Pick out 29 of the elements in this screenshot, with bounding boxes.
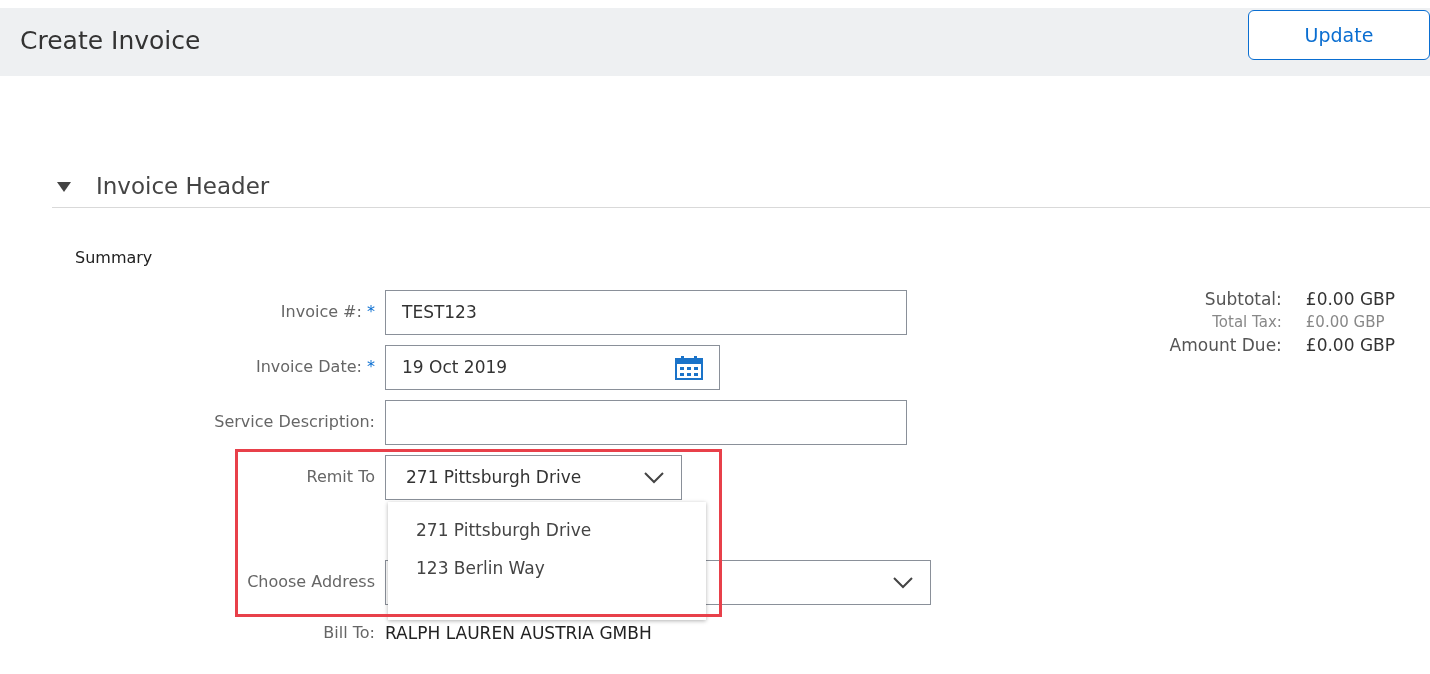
total-label: Total Tax:	[1211, 312, 1283, 333]
total-value: £0.00 GBP	[1305, 312, 1386, 333]
page-title: Create Invoice	[20, 25, 201, 57]
field-label: Choose Address	[247, 572, 375, 591]
dropdown-option[interactable]: 271 Pittsburgh Drive	[388, 512, 706, 550]
total-label: Amount Due:	[1169, 334, 1283, 357]
dropdown-field[interactable]: 271 Pittsburgh Drive	[385, 455, 682, 500]
total-value: £0.00 GBP	[1305, 334, 1395, 357]
field-label: Service Description:	[214, 412, 375, 431]
collapse-triangle-icon[interactable]	[56, 180, 72, 193]
text-field[interactable]	[385, 400, 907, 445]
field-label: Bill To:	[323, 623, 375, 642]
field-label: Invoice Date:	[256, 357, 362, 376]
field-value: RALPH LAUREN AUSTRIA GMBH	[385, 622, 652, 645]
field-label: Remit To	[306, 467, 375, 486]
chevron-down-icon	[643, 470, 665, 485]
chevron-down-icon	[892, 575, 914, 590]
dropdown-option[interactable]: 123 Berlin Way	[388, 549, 706, 587]
required-asterisk: *	[367, 357, 375, 376]
date-field[interactable]: 19 Oct 2019	[385, 345, 720, 390]
text-field[interactable]: TEST123	[385, 290, 907, 335]
required-asterisk: *	[367, 302, 375, 321]
total-value: £0.00 GBP	[1305, 288, 1395, 311]
summary-heading: Summary	[75, 247, 154, 269]
update-button[interactable]: Update	[1248, 10, 1430, 60]
total-label: Subtotal:	[1203, 288, 1283, 311]
calendar-icon	[675, 355, 703, 380]
field-label: Invoice #:	[280, 302, 362, 321]
section-title[interactable]: Invoice Header	[96, 169, 270, 204]
